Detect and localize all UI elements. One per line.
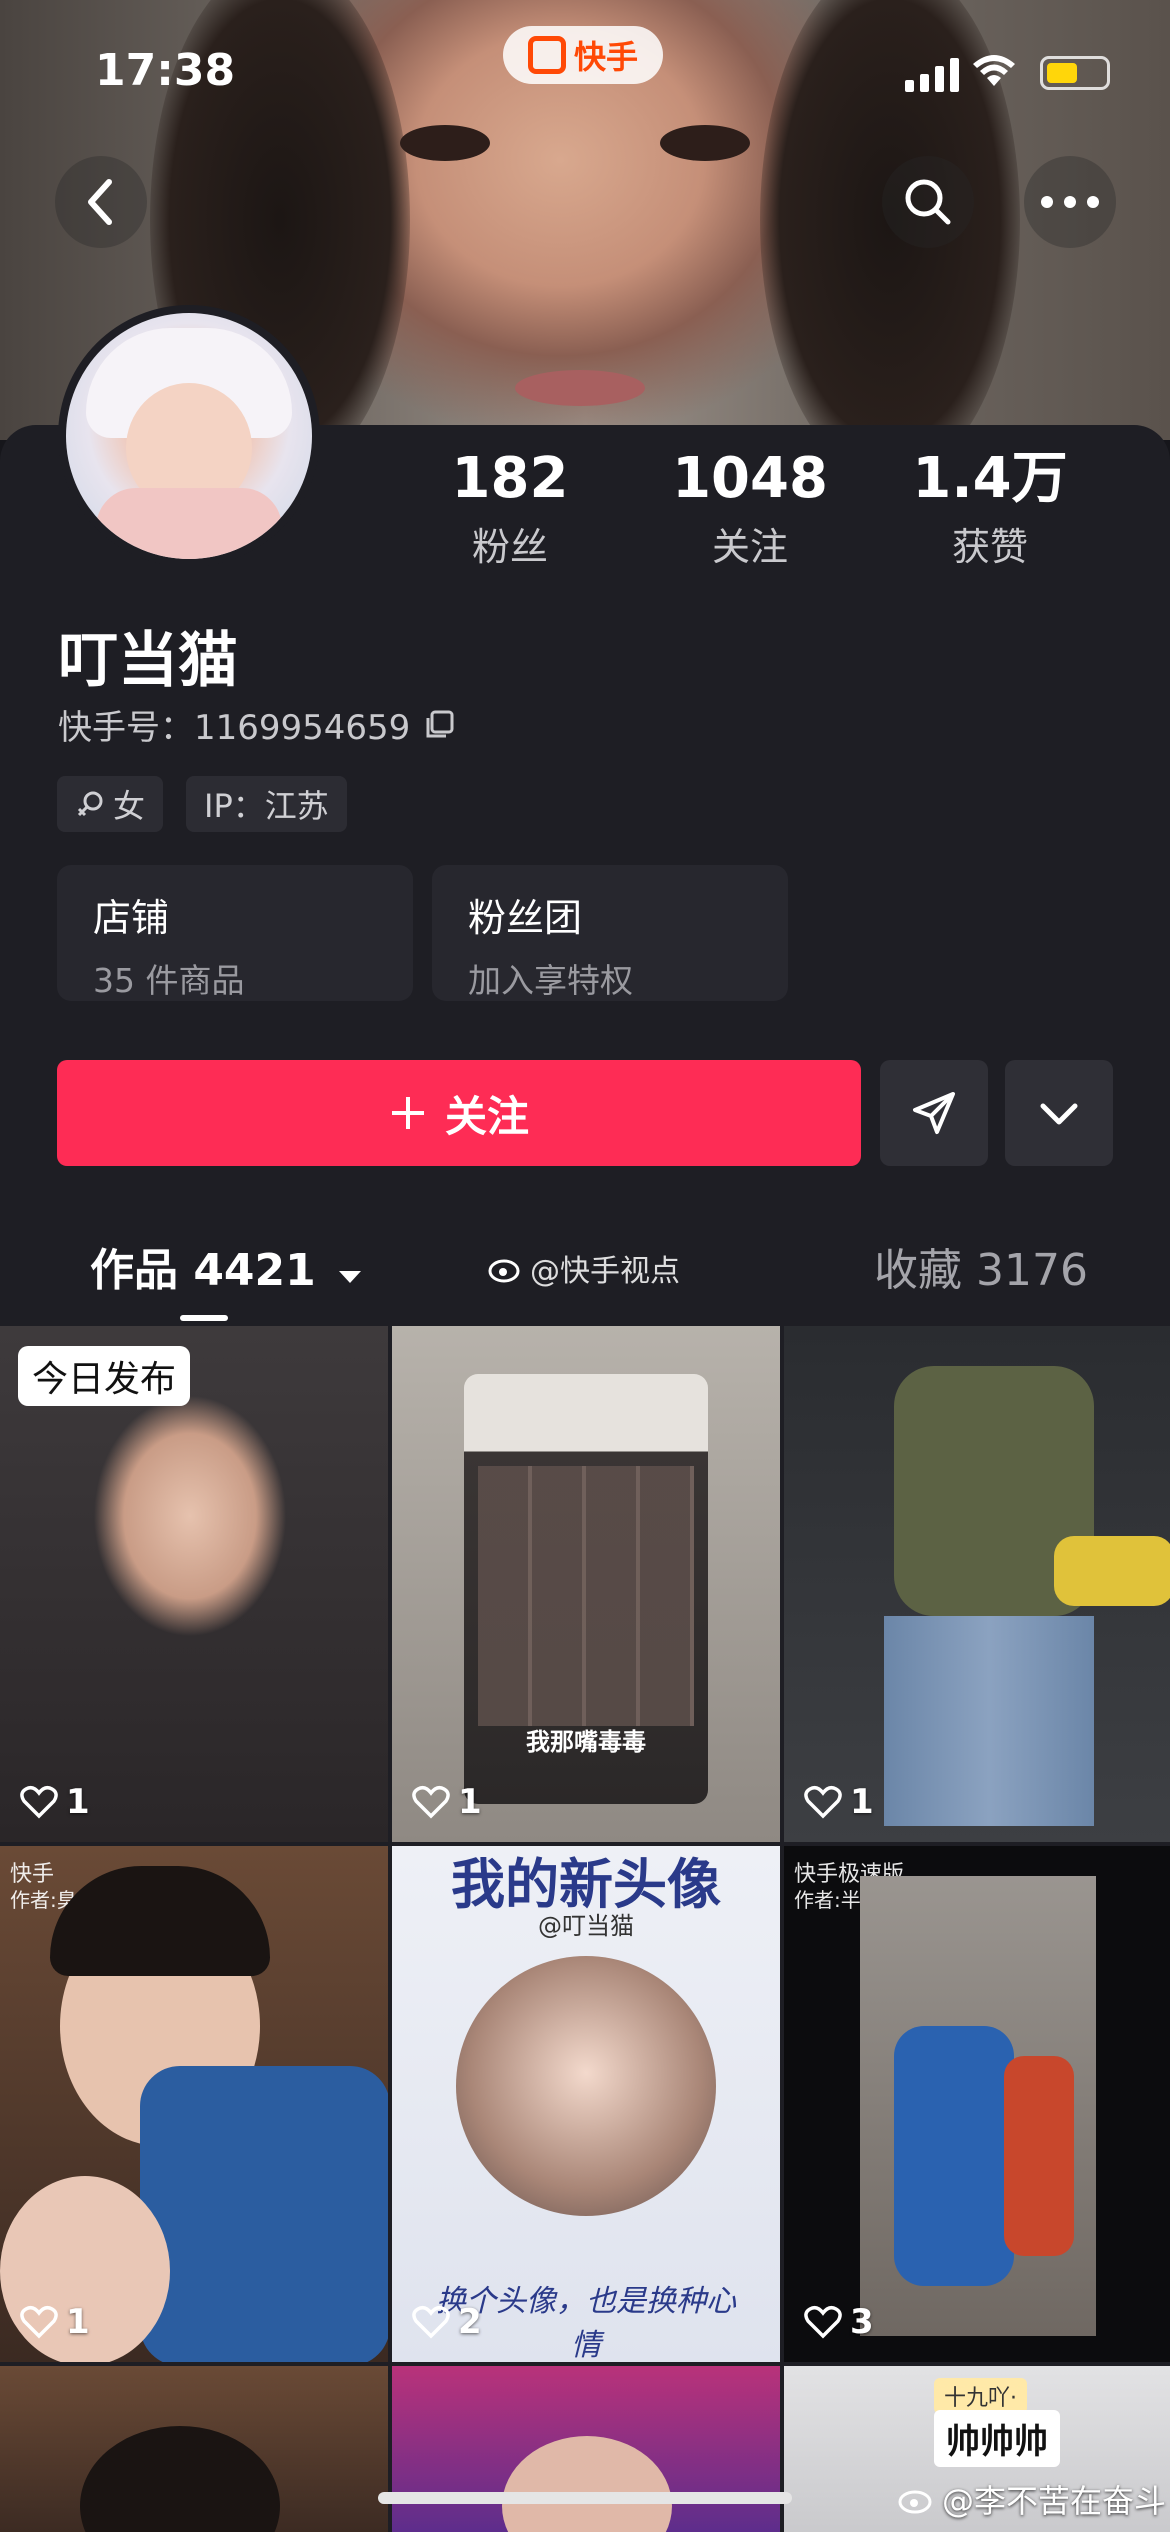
wifi-icon bbox=[973, 55, 1015, 86]
video-thumbnail[interactable]: 1 bbox=[784, 1326, 1170, 1842]
stat-fans[interactable]: 182 粉丝 bbox=[410, 448, 610, 571]
stat-value: 1048 bbox=[672, 446, 828, 511]
like-count-value: 1 bbox=[66, 2302, 90, 2342]
heart-icon bbox=[412, 1785, 450, 1819]
send-message-button[interactable] bbox=[880, 1060, 988, 1166]
battery-icon bbox=[1040, 56, 1110, 90]
follow-label: 关注 bbox=[444, 1091, 529, 1141]
like-count: 1 bbox=[20, 1782, 90, 1822]
shop-card[interactable]: 店铺 35 件商品 bbox=[57, 865, 413, 1001]
stat-value: 182 bbox=[451, 446, 569, 511]
video-thumbnail[interactable]: 我的新头像 @叮当猫 换个头像，也是换种心情 2 bbox=[392, 1846, 780, 2362]
like-count: 1 bbox=[20, 2302, 90, 2342]
weibo-watermark-text: @李不苦在奋斗 bbox=[942, 2482, 1167, 2520]
like-count-value: 1 bbox=[458, 1782, 482, 1822]
stat-label: 粉丝 bbox=[471, 524, 548, 569]
video-caption: 我那嘴毒毒 bbox=[526, 1728, 646, 1756]
tab-favorites[interactable]: 收藏 3176 bbox=[874, 1234, 1088, 1298]
stat-label: 获赞 bbox=[951, 524, 1028, 569]
caret-down-icon bbox=[339, 1271, 362, 1283]
video-thumbnail[interactable] bbox=[0, 2366, 388, 2532]
video-thumbnail[interactable]: 我那嘴毒毒 1 bbox=[392, 1326, 780, 1842]
back-button[interactable] bbox=[55, 156, 147, 248]
like-count-value: 1 bbox=[850, 1782, 874, 1822]
like-count: 1 bbox=[804, 1782, 874, 1822]
heart-icon bbox=[412, 2305, 450, 2339]
kuaishou-watermark: @快手视点 bbox=[488, 1246, 680, 1290]
profile-name: 叮当猫 bbox=[58, 626, 238, 696]
tab-favorites-label: 收藏 3176 bbox=[874, 1245, 1088, 1296]
female-symbol-icon bbox=[77, 791, 103, 817]
today-published-badge: 今日发布 bbox=[18, 1346, 191, 1406]
cell-signal-icon bbox=[905, 58, 959, 92]
heart-icon bbox=[20, 2305, 58, 2339]
tab-works-label: 作品 4421 bbox=[90, 1245, 316, 1296]
watermark-text: @快手视点 bbox=[530, 1254, 680, 1289]
paper-plane-icon bbox=[913, 1092, 955, 1134]
kuaishou-id: 快手号：1169954659 bbox=[58, 700, 456, 749]
app-pill-label: 快手 bbox=[573, 38, 638, 76]
follow-button[interactable]: 关注 bbox=[57, 1060, 861, 1166]
video-thumbnail[interactable]: 快手极速版 作者:半颗星星✨ 3 bbox=[784, 1846, 1170, 2362]
kuaishou-logo-icon bbox=[527, 36, 566, 74]
fan-club-card-subtitle: 加入享特权 bbox=[468, 961, 633, 1000]
stat-value: 1.4万 bbox=[912, 446, 1068, 511]
shop-card-title: 店铺 bbox=[93, 896, 170, 940]
heart-icon bbox=[804, 1785, 842, 1819]
avatar[interactable] bbox=[58, 305, 320, 567]
heart-icon bbox=[20, 1785, 58, 1819]
stat-label: 关注 bbox=[711, 524, 788, 569]
fan-club-card-title: 粉丝团 bbox=[468, 896, 583, 940]
active-tab-indicator bbox=[180, 1315, 228, 1321]
ks-id-label: 快手号： bbox=[58, 708, 194, 748]
weibo-logo-icon bbox=[488, 1259, 520, 1283]
like-count-value: 1 bbox=[66, 1782, 90, 1822]
status-time: 17:38 bbox=[95, 45, 236, 96]
home-indicator[interactable] bbox=[378, 2492, 792, 2504]
sticker-text: 帅帅帅 bbox=[934, 2410, 1060, 2467]
more-dots-icon bbox=[1041, 196, 1099, 208]
weibo-watermark: @李不苦在奋斗 bbox=[898, 2476, 1166, 2522]
video-thumbnail[interactable] bbox=[392, 2366, 780, 2532]
copy-icon[interactable] bbox=[422, 708, 456, 742]
ks-id-value: 1169954659 bbox=[194, 708, 411, 748]
stat-likes[interactable]: 1.4万 获赞 bbox=[890, 448, 1090, 571]
status-bar: 17:38 快手 bbox=[0, 0, 1170, 140]
shop-card-subtitle: 35 件商品 bbox=[93, 961, 245, 1000]
plus-icon bbox=[391, 1097, 424, 1129]
more-options-button[interactable] bbox=[1024, 156, 1116, 248]
kuaishou-app-pill: 快手 bbox=[503, 26, 663, 84]
chevron-left-icon bbox=[88, 179, 112, 225]
search-icon bbox=[905, 179, 951, 225]
video-thumbnail[interactable]: 快手 作者:臭啊的朋友圈 1 bbox=[0, 1846, 388, 2362]
gender-label: 女 bbox=[113, 787, 146, 825]
tab-works[interactable]: 作品 4421 bbox=[90, 1234, 363, 1298]
like-count-value: 3 bbox=[850, 2302, 874, 2342]
video-thumbnail[interactable]: 今日发布 1 bbox=[0, 1326, 388, 1842]
ip-tag: IP：江苏 bbox=[186, 776, 347, 832]
ip-label: IP：江苏 bbox=[204, 787, 329, 825]
like-count: 2 bbox=[412, 2302, 482, 2342]
chevron-down-icon bbox=[1040, 1103, 1078, 1125]
fan-club-card[interactable]: 粉丝团 加入享特权 bbox=[432, 865, 788, 1001]
like-count: 3 bbox=[804, 2302, 874, 2342]
expand-button[interactable] bbox=[1005, 1060, 1113, 1166]
stat-following[interactable]: 1048 关注 bbox=[650, 448, 850, 571]
like-count: 1 bbox=[412, 1782, 482, 1822]
like-count-value: 2 bbox=[458, 2302, 482, 2342]
weibo-logo-icon bbox=[898, 2490, 932, 2514]
new-avatar-handle: @叮当猫 bbox=[538, 1912, 634, 1940]
search-button[interactable] bbox=[882, 156, 974, 248]
gender-tag: 女 bbox=[57, 776, 164, 832]
sticker-top: 十九吖· bbox=[934, 2378, 1027, 2414]
content-tabs: 作品 4421 @快手视点 收藏 3176 bbox=[0, 1220, 1170, 1321]
heart-icon bbox=[804, 2305, 842, 2339]
